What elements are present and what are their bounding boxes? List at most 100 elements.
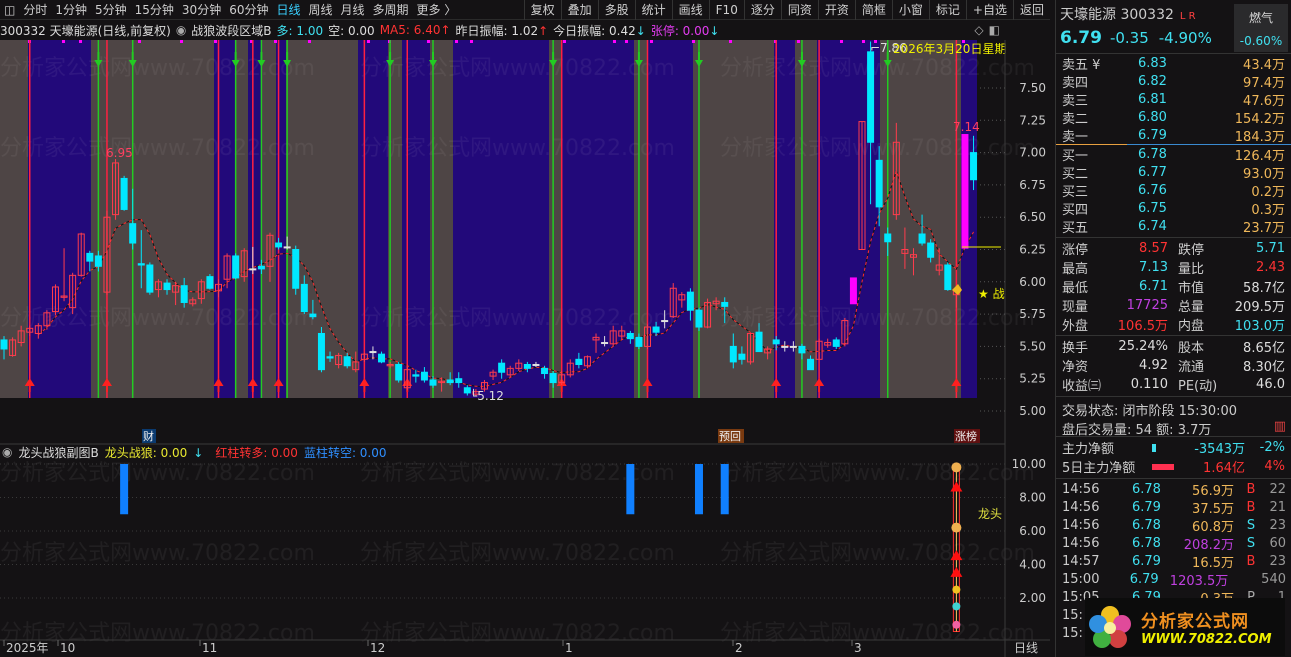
butterfly-icon	[952, 602, 961, 611]
candle-body	[721, 301, 729, 307]
order-volume: 97.4万	[1243, 75, 1285, 91]
time-tick-label: 2	[735, 641, 743, 655]
candle-body	[257, 265, 265, 270]
order-row: 买一 6.78 126.4万	[1056, 145, 1291, 164]
zone-band-blue	[647, 40, 693, 398]
order-row: 卖四 6.82 97.4万	[1056, 72, 1291, 91]
candle-body	[163, 282, 171, 291]
price-tick-label: 6.25	[1019, 243, 1046, 257]
cai-marker[interactable]: 财	[143, 429, 154, 443]
top-tick-mark	[308, 40, 311, 43]
high-label: 7.14	[953, 120, 980, 134]
order-row: 买五 6.74 23.7万	[1056, 217, 1291, 236]
trade-row: 14:56 6.78 60.8万 S 23	[1056, 516, 1291, 535]
candle-body	[420, 371, 428, 381]
order-level: 买三	[1062, 184, 1089, 200]
zone-band-gray	[795, 40, 817, 398]
order-level: 买一	[1062, 148, 1089, 164]
price-tick-label: 6.50	[1019, 210, 1046, 224]
chart-icon[interactable]: ▥	[1274, 419, 1286, 434]
yuhui-marker[interactable]: 预回	[719, 430, 741, 443]
trade-time: 14:56	[1062, 517, 1100, 533]
sub-indicator-name[interactable]: 龙头战狼副图B	[18, 444, 98, 461]
candle-body	[343, 356, 351, 367]
sub-tick-label: 8.00	[1019, 491, 1046, 505]
trade-row: 14:57 6.79 16.5万 B 23	[1056, 552, 1291, 571]
trade-volume: 208.2万	[1183, 537, 1234, 553]
top-tick-mark	[613, 40, 616, 43]
price-tick-label: 5.00	[1019, 404, 1046, 418]
blue-signal-bar	[120, 464, 129, 515]
order-row: 卖一 6.79 184.3万	[1056, 126, 1291, 145]
candle-body	[884, 233, 892, 243]
candle-body	[772, 339, 780, 345]
sub-collapse-icon[interactable]: ◉	[2, 445, 12, 459]
top-tick-mark	[563, 40, 566, 43]
zone-band-gray	[880, 40, 961, 398]
trade-price: 6.78	[1132, 535, 1161, 551]
zone-band-blue	[276, 40, 286, 398]
order-row: 卖二 6.80 154.2万	[1056, 108, 1291, 127]
sub-tick-label: 10.00	[1012, 457, 1046, 471]
order-level: 卖三	[1062, 93, 1089, 109]
top-tick-mark	[427, 40, 430, 43]
watermark-text: 分析家公式网www.70822.com	[0, 56, 315, 81]
limit-up-candle	[849, 277, 857, 305]
top-tick-mark	[79, 40, 82, 43]
stat-value: 25.24%	[1118, 339, 1168, 354]
order-level: 卖五 ¥	[1062, 57, 1101, 73]
period-label[interactable]: 日线	[1014, 641, 1038, 655]
candle-body	[292, 249, 300, 289]
candle-body	[283, 246, 291, 249]
flow-pct: 4%	[1264, 459, 1285, 474]
trade-count: 21	[1269, 499, 1286, 515]
top-tick-mark	[840, 40, 843, 43]
flow-row: 5日主力净额 1.64亿 4%	[1056, 457, 1291, 476]
candle-body	[626, 332, 634, 340]
watermark-text: 分析家公式网www.70822.com	[720, 461, 1035, 486]
candle-body	[781, 345, 789, 348]
stat-value: 58.7亿	[1243, 281, 1285, 296]
candle-body	[137, 263, 145, 266]
money-bag-icon	[951, 522, 962, 533]
order-price: 6.75	[1138, 200, 1167, 216]
candle-body	[249, 268, 257, 271]
stat-value: 103.0万	[1234, 319, 1285, 334]
date-label: 2026年3月20日星期	[893, 42, 1006, 56]
star-label: ★ 战	[978, 287, 1005, 301]
stat-row: 最低 6.71 市值 58.7亿	[1056, 277, 1291, 296]
candle-body	[275, 242, 283, 248]
candle-body	[541, 367, 549, 375]
order-price: 6.81	[1138, 91, 1167, 107]
flower-logo-icon	[1089, 606, 1131, 648]
candle-body	[635, 336, 643, 347]
candle-body	[232, 255, 240, 279]
trade-count: 540	[1261, 571, 1286, 587]
sector-box[interactable]: 燃气 -0.60%	[1234, 4, 1288, 52]
trade-count: 23	[1269, 517, 1286, 533]
high-label: 6.95	[106, 146, 133, 160]
top-tick-mark	[625, 40, 628, 43]
order-row: 卖五 ¥ 6.83 43.4万	[1056, 54, 1291, 73]
candle-body	[369, 351, 377, 354]
flow-bar	[1152, 463, 1192, 470]
flower-icon	[952, 620, 961, 629]
candle-body	[446, 379, 454, 384]
watermark-text: 分析家公式网www.70822.com	[720, 136, 1035, 161]
candle-body	[755, 331, 763, 353]
zhangbang-marker[interactable]: 涨榜	[955, 429, 977, 443]
watermark-text: 分析家公式网www.70822.com	[0, 136, 315, 161]
order-volume: 93.0万	[1243, 166, 1285, 182]
price-tick-label: 5.75	[1019, 307, 1046, 321]
watermark-text: 分析家公式网www.70822.com	[0, 541, 315, 566]
order-price: 6.77	[1138, 164, 1167, 180]
trade-count: 22	[1269, 481, 1286, 497]
candle-body	[317, 332, 325, 371]
stat-label: 现量	[1062, 300, 1089, 315]
trade-side: B	[1246, 499, 1256, 515]
candle-body	[944, 264, 952, 291]
kline-chart[interactable]: 分析家公式网www.70822.com 分析家公式网www.70822.com 分析…	[0, 0, 1050, 657]
stats-block-2: 换手 25.24% 股本 8.65亿 净资 4.92 流通 8.30亿 收益㈢ 0.110 PE(动…	[1056, 337, 1291, 394]
stat-value: 46.0	[1256, 377, 1285, 392]
order-price: 6.83	[1138, 55, 1167, 71]
